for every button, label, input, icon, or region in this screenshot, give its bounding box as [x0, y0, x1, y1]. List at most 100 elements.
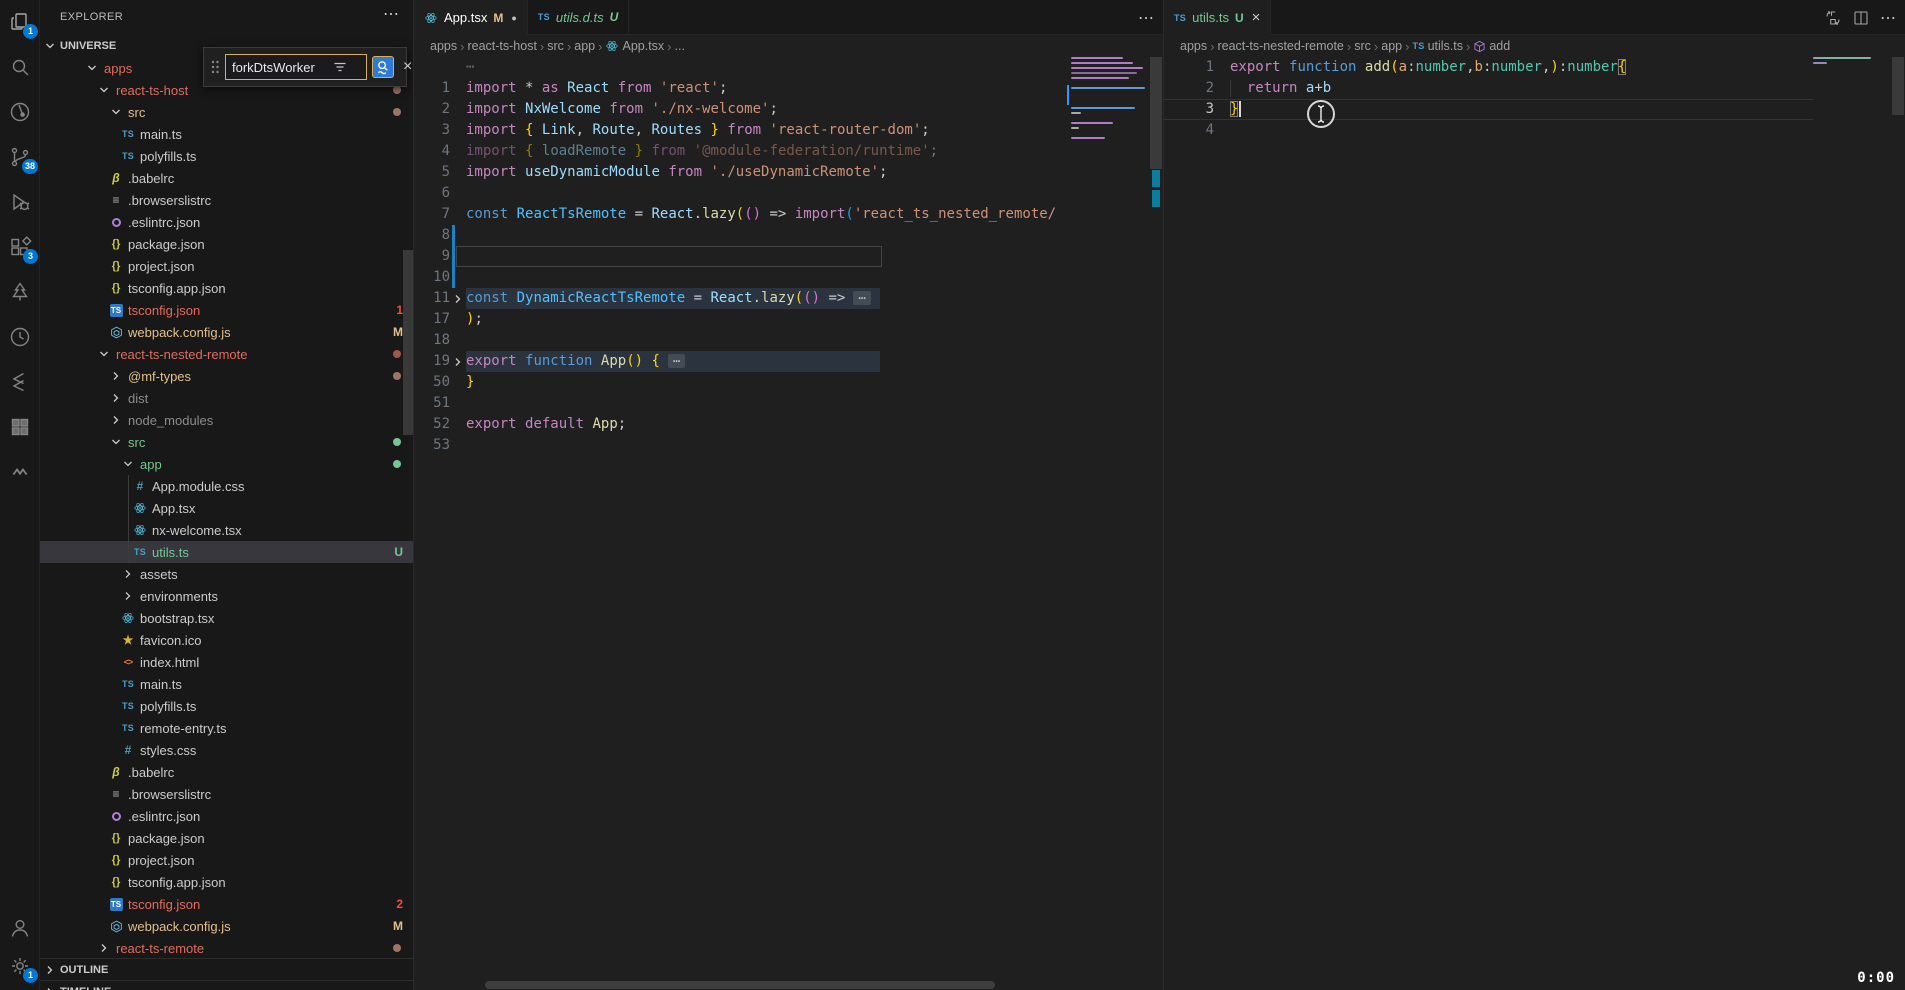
explorer-icon[interactable]: 1 [0, 2, 40, 42]
console-ninja-icon[interactable] [0, 362, 40, 402]
tree-item-dist[interactable]: dist [40, 387, 413, 409]
outline-section-header[interactable]: OUTLINE [40, 958, 413, 980]
code-token: ; [719, 80, 727, 96]
code-token [1297, 80, 1305, 96]
tree-item-webpack-config-js[interactable]: webpack.config.jsM [40, 321, 413, 343]
nx-console-icon[interactable] [0, 92, 40, 132]
nx-squiggle-icon[interactable] [0, 452, 40, 492]
sidebar-scrollbar[interactable] [403, 250, 413, 435]
breadcrumb-label: react-ts-nested-remote [1217, 39, 1343, 53]
tree-item-node-modules[interactable]: node_modules [40, 409, 413, 431]
tree-item-main-ts[interactable]: TSmain.ts [40, 123, 413, 145]
tree-item-favicon-ico[interactable]: ★favicon.ico [40, 629, 413, 651]
close-icon[interactable]: × [403, 58, 412, 76]
tree-item--mf-types[interactable]: @mf-types [40, 365, 413, 387]
tree-item--babelrc[interactable]: β.babelrc [40, 167, 413, 189]
tab-utils-d-ts[interactable]: TSutils.d.tsU [528, 0, 629, 34]
timeline-section-header[interactable]: TIMELINE [40, 980, 413, 990]
compare-changes-icon[interactable] [1824, 9, 1842, 27]
git-status-badge: M [393, 325, 403, 339]
minimap[interactable] [1813, 57, 1891, 67]
scrollbar-slider[interactable] [1892, 57, 1904, 115]
tree-item-react-ts-nested-remote[interactable]: react-ts-nested-remote [40, 343, 413, 365]
tree-item--babelrc[interactable]: β.babelrc [40, 761, 413, 783]
settings-gear-icon[interactable]: 1 [0, 946, 40, 986]
breadcrumb-item[interactable]: app [1381, 39, 1402, 53]
breadcrumb-item[interactable]: app [574, 39, 595, 53]
more-actions-icon[interactable]: ⋯ [383, 4, 399, 24]
tab-app-tsx[interactable]: App.tsxM● [414, 0, 528, 35]
tree-filter-input[interactable] [226, 60, 330, 75]
tree-item-src[interactable]: src [40, 101, 413, 123]
run-debug-icon[interactable] [0, 182, 40, 222]
breadcrumb-item[interactable]: src [1354, 39, 1371, 53]
tree-item-app-module-css[interactable]: #App.module.css [40, 475, 413, 497]
tree-item-webpack-config-js[interactable]: webpack.config.jsM [40, 915, 413, 937]
minimap[interactable] [1071, 57, 1149, 147]
close-icon[interactable]: × [1252, 9, 1261, 26]
tab-bar: App.tsxM●TSutils.d.tsU ⋯ [414, 0, 1163, 35]
breadcrumb-item[interactable]: apps [430, 39, 457, 53]
breadcrumb-item[interactable]: App.tsx [605, 39, 664, 53]
drag-handle-icon[interactable] [210, 59, 220, 75]
tab-utils-ts[interactable]: TSutils.tsU× [1164, 0, 1271, 35]
tree-item-tsconfig-json[interactable]: TStsconfig.json1 [40, 299, 413, 321]
tree-item-app-tsx[interactable]: App.tsx [40, 497, 413, 519]
account-icon[interactable] [0, 908, 40, 948]
tree-item-react-ts-remote[interactable]: react-ts-remote [40, 937, 413, 959]
fuzzy-match-toggle[interactable] [372, 56, 394, 78]
breadcrumb-item[interactable]: react-ts-nested-remote [1217, 39, 1343, 53]
tree-item-package-json[interactable]: {}package.json [40, 827, 413, 849]
more-actions-icon[interactable]: ⋯ [1880, 8, 1897, 28]
fold-zone[interactable] [450, 288, 466, 309]
tree-item-utils-ts[interactable]: TSutils.tsU [40, 541, 413, 563]
search-icon[interactable] [0, 47, 40, 87]
tree-item--browserslistrc[interactable]: ≡.browserslistrc [40, 189, 413, 211]
breadcrumb-item[interactable]: add [1473, 39, 1510, 53]
breadcrumb-item[interactable]: apps [1180, 39, 1207, 53]
tree-item-assets[interactable]: assets [40, 563, 413, 585]
tree-item-polyfills-ts[interactable]: TSpolyfills.ts [40, 145, 413, 167]
code-editor[interactable]: 1export function add(a:number,b:number,)… [1164, 57, 1905, 990]
source-control-icon[interactable]: 38 [0, 137, 40, 177]
tree-item--eslintrc-json[interactable]: .eslintrc.json [40, 805, 413, 827]
scrollbar-slider[interactable] [1150, 57, 1162, 169]
tree-item-bootstrap-tsx[interactable]: bootstrap.tsx [40, 607, 413, 629]
vertical-scrollbar[interactable] [1149, 57, 1163, 990]
split-editor-icon[interactable] [1852, 9, 1870, 27]
tree-item-app[interactable]: app [40, 453, 413, 475]
grid-icon[interactable] [0, 407, 40, 447]
tree-item-tsconfig-app-json[interactable]: {}tsconfig.app.json [40, 871, 413, 893]
history-clock-icon[interactable] [0, 317, 40, 357]
tree-item-environments[interactable]: environments [40, 585, 413, 607]
tree-item-package-json[interactable]: {}package.json [40, 233, 413, 255]
scrollbar-slider[interactable] [485, 981, 995, 989]
tree-item-project-json[interactable]: {}project.json [40, 255, 413, 277]
gutter: 3 [1164, 99, 1230, 120]
filter-icon[interactable] [332, 59, 348, 75]
breadcrumb-item[interactable]: src [547, 39, 564, 53]
extensions-icon[interactable]: 3 [0, 227, 40, 267]
fold-zone[interactable] [450, 351, 466, 372]
line-number: 10 [414, 267, 450, 288]
tree-item-index-html[interactable]: <>index.html [40, 651, 413, 673]
tree-item--eslintrc-json[interactable]: .eslintrc.json [40, 211, 413, 233]
breadcrumb-item[interactable]: TSutils.ts [1412, 39, 1463, 53]
testing-icon[interactable] [0, 272, 40, 312]
tree-item-main-ts[interactable]: TSmain.ts [40, 673, 413, 695]
breadcrumb-item[interactable]: ... [675, 39, 685, 53]
horizontal-scrollbar[interactable] [414, 980, 1163, 990]
tree-item-tsconfig-json[interactable]: TStsconfig.json2 [40, 893, 413, 915]
tree-item--browserslistrc[interactable]: ≡.browserslistrc [40, 783, 413, 805]
tree-item-nx-welcome-tsx[interactable]: nx-welcome.tsx [40, 519, 413, 541]
breadcrumb-item[interactable]: react-ts-host [467, 39, 536, 53]
tree-item-polyfills-ts[interactable]: TSpolyfills.ts [40, 695, 413, 717]
tree-item-tsconfig-app-json[interactable]: {}tsconfig.app.json [40, 277, 413, 299]
code-editor[interactable]: ⋯1import * as React from 'react';2import… [414, 57, 1163, 990]
tree-item-styles-css[interactable]: #styles.css [40, 739, 413, 761]
vertical-scrollbar[interactable] [1891, 57, 1905, 990]
tree-item-project-json[interactable]: {}project.json [40, 849, 413, 871]
more-actions-icon[interactable]: ⋯ [1138, 8, 1155, 28]
tree-item-remote-entry-ts[interactable]: TSremote-entry.ts [40, 717, 413, 739]
tree-item-src[interactable]: src [40, 431, 413, 453]
